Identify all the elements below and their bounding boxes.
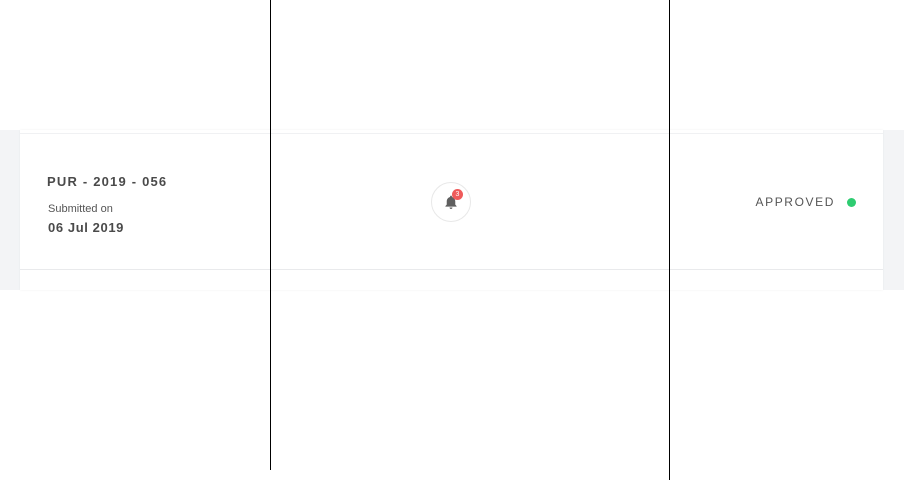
- notification-count-badge: 3: [452, 189, 463, 200]
- page: PUR - 2019 - 056 Submitted on 06 Jul 201…: [0, 0, 904, 483]
- status-label: APPROVED: [755, 195, 835, 209]
- submitted-label: Submitted on: [48, 203, 113, 215]
- submitted-date: 06 Jul 2019: [48, 220, 124, 235]
- notifications-button[interactable]: 3: [431, 182, 471, 222]
- status-indicator: APPROVED: [755, 195, 856, 209]
- divider-line-right: [669, 0, 670, 480]
- request-row[interactable]: PUR - 2019 - 056 Submitted on 06 Jul 201…: [20, 133, 883, 270]
- request-card[interactable]: PUR - 2019 - 056 Submitted on 06 Jul 201…: [20, 130, 883, 290]
- request-reference: PUR - 2019 - 056: [47, 174, 168, 189]
- divider-line-left: [270, 0, 271, 470]
- status-dot: [847, 197, 856, 207]
